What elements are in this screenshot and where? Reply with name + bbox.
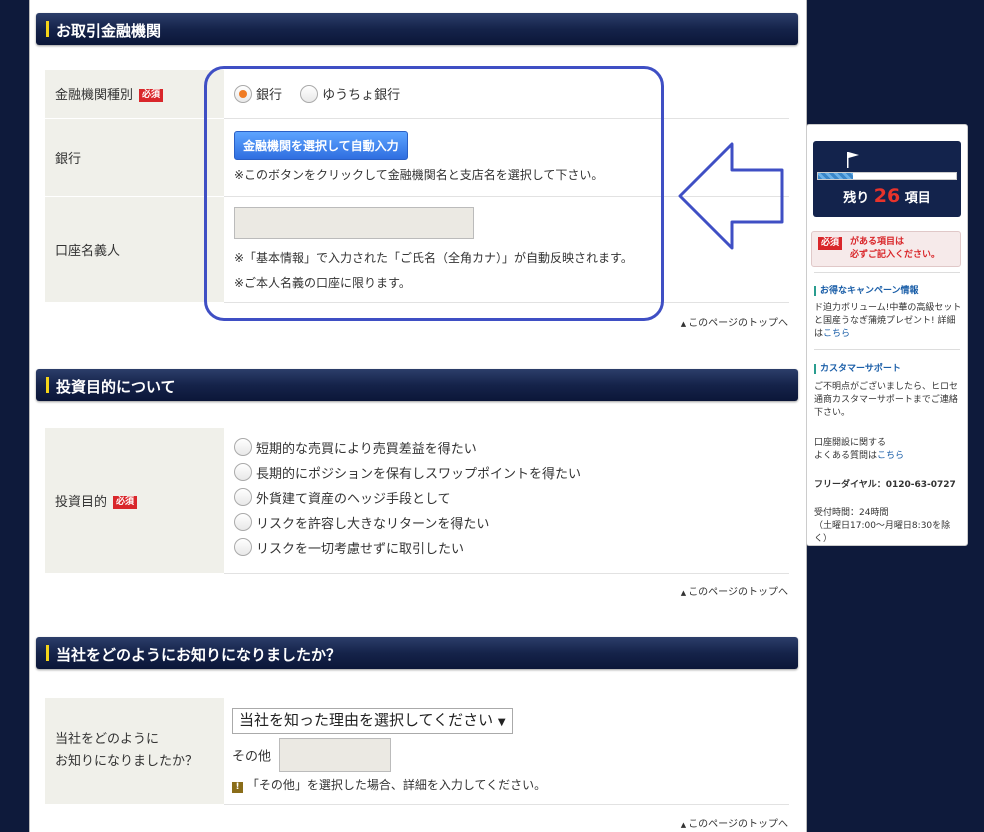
- remaining-suffix: 項目: [904, 191, 931, 206]
- radio-purpose-3[interactable]: [234, 488, 252, 507]
- bank-label: 銀行: [55, 151, 82, 167]
- purpose-option[interactable]: 外貨建て資産のヘッジ手段として: [234, 488, 789, 513]
- freedial: フリーダイヤル：0120-63-0727: [814, 480, 956, 490]
- row-source: 当社をどのように お知りになりましたか？ 当社を知った理由を選択してください ▼…: [45, 698, 789, 805]
- faq-line-2: よくある質問は: [814, 451, 878, 461]
- purpose-option-label-5[interactable]: リスクを一切考慮せずに取引したい: [256, 542, 464, 557]
- chevron-down-icon: ▼: [497, 717, 506, 729]
- warning-icon: !: [232, 782, 243, 794]
- purpose-option[interactable]: リスクを一切考慮せずに取引したい: [234, 538, 789, 563]
- section-header-purpose: 投資目的について: [36, 369, 798, 401]
- purpose-option-label-4[interactable]: リスクを許容し大きなリターンを得たい: [256, 517, 489, 532]
- radio-purpose-1[interactable]: [234, 438, 252, 457]
- hours-line-2: （土曜日17:00〜月曜日8:30を除く）: [814, 521, 951, 544]
- annotation-outline: [204, 66, 664, 321]
- hours: 受付時間：24時間 （土曜日17:00〜月曜日8:30を除く）: [814, 507, 962, 546]
- support-heading: カスタマーサポート: [814, 361, 901, 374]
- section-title-source: 当社をどのようにお知りになりましたか？: [56, 646, 342, 664]
- purpose-option-label-3[interactable]: 外貨建て資産のヘッジ手段として: [256, 492, 451, 507]
- to-top-link-3[interactable]: このページのトップへ: [681, 815, 788, 830]
- required-notice: 必須 がある項目は 必ずご記入ください。: [811, 231, 961, 267]
- radio-purpose-5[interactable]: [234, 538, 252, 557]
- purpose-option[interactable]: 長期的にポジションを保有しスワップポイントを得たい: [234, 463, 789, 488]
- remaining-count: 26: [873, 185, 901, 207]
- to-top-link-1[interactable]: このページのトップへ: [681, 314, 788, 329]
- remaining-text: 残り 26 項目: [813, 185, 961, 207]
- divider: [814, 272, 960, 273]
- label-source: 当社をどのように お知りになりましたか？: [45, 698, 224, 805]
- holder-label: 口座名義人: [55, 243, 121, 259]
- purpose-form-table: 投資目的 必須 短期的な売買により売買差益を得たい 長期的にポジションを保有しスワ…: [45, 428, 789, 574]
- campaign-link[interactable]: こちら: [823, 329, 850, 339]
- section-title-purpose: 投資目的について: [56, 378, 176, 396]
- label-purpose: 投資目的 必須: [45, 428, 224, 574]
- campaign-text: ド迫力ボリューム!中華の高級セットと国産うなぎ蒲焼プレゼント! 詳細はこちら: [814, 302, 962, 341]
- divider: [814, 349, 960, 350]
- purpose-option[interactable]: リスクを許容し大きなリターンを得たい: [234, 513, 789, 538]
- row-purpose: 投資目的 必須 短期的な売買により売買差益を得たい 長期的にポジションを保有しスワ…: [45, 428, 789, 574]
- progress-box: 残り 26 項目: [813, 141, 961, 217]
- sidebar: 残り 26 項目 必須 がある項目は 必ずご記入ください。 お得なキャンペーン情…: [806, 124, 968, 546]
- label-holder: 口座名義人: [45, 196, 224, 303]
- section-title-bank: お取引金融機関: [56, 22, 162, 40]
- purpose-option[interactable]: 短期的な売買により売買差益を得たい: [234, 438, 789, 463]
- flag-icon: [847, 152, 859, 168]
- purpose-option-label-2[interactable]: 長期的にポジションを保有しスワップポイントを得たい: [256, 467, 581, 482]
- faq-line-1: 口座開設に関する: [814, 438, 887, 448]
- required-badge: 必須: [818, 237, 843, 250]
- header-accent-bar: [46, 21, 49, 37]
- warn-line-2: 必ずご記入ください。: [850, 250, 941, 260]
- value-source: 当社を知った理由を選択してください ▼ その他 ! 「その他」を選択した場合、詳…: [224, 698, 789, 805]
- to-top-link-2[interactable]: このページのトップへ: [681, 583, 788, 598]
- source-select[interactable]: 当社を知った理由を選択してください ▼: [232, 708, 513, 735]
- bank-type-label: 金融機関種別: [55, 88, 134, 104]
- section-header-source: 当社をどのようにお知りになりましたか？: [36, 637, 798, 669]
- faq-text: 口座開設に関する よくある質問はこちら: [814, 437, 962, 463]
- source-form-table: 当社をどのように お知りになりましたか？ 当社を知った理由を選択してください ▼…: [45, 698, 789, 805]
- value-purpose: 短期的な売買により売買差益を得たい 長期的にポジションを保有しスワップポイントを…: [224, 428, 789, 574]
- faq-link[interactable]: こちら: [877, 451, 904, 461]
- purpose-option-label-1[interactable]: 短期的な売買により売買差益を得たい: [256, 442, 477, 457]
- source-label-line1: 当社をどのように: [55, 731, 160, 747]
- required-badge: 必須: [113, 495, 138, 509]
- support-text: ご不明点がございましたら、ヒロセ通商カスタマーサポートまでご連絡下さい。: [814, 382, 959, 418]
- arrow-left-icon: [678, 142, 784, 250]
- required-badge: 必須: [139, 89, 164, 103]
- header-accent-bar: [46, 645, 49, 661]
- hours-line-1: 受付時間：24時間: [814, 508, 889, 518]
- source-note: 「その他」を選択した場合、詳細を入力してください。: [246, 778, 547, 793]
- campaign-heading: お得なキャンペーン情報: [814, 283, 919, 296]
- progress-fill: [818, 173, 853, 179]
- other-label: その他: [232, 749, 272, 765]
- label-bank-type: 金融機関種別 必須: [45, 70, 224, 119]
- header-accent-bar: [46, 377, 49, 393]
- other-input[interactable]: [279, 738, 392, 773]
- source-label-line2: お知りになりましたか？: [55, 753, 199, 769]
- remaining-prefix: 残り: [843, 191, 870, 206]
- radio-purpose-4[interactable]: [234, 513, 252, 532]
- source-select-value: 当社を知った理由を選択してください: [239, 711, 494, 730]
- purpose-label: 投資目的: [55, 494, 108, 510]
- warn-line-1: がある項目は: [850, 237, 905, 247]
- section-header-bank: お取引金融機関: [36, 13, 798, 45]
- radio-purpose-2[interactable]: [234, 463, 252, 482]
- main-content: お取引金融機関 金融機関種別 必須 銀行 ゆうちょ銀行 銀行 金融機関を選択して自…: [29, 0, 807, 832]
- progress-track: [817, 172, 957, 180]
- label-bank: 銀行: [45, 118, 224, 197]
